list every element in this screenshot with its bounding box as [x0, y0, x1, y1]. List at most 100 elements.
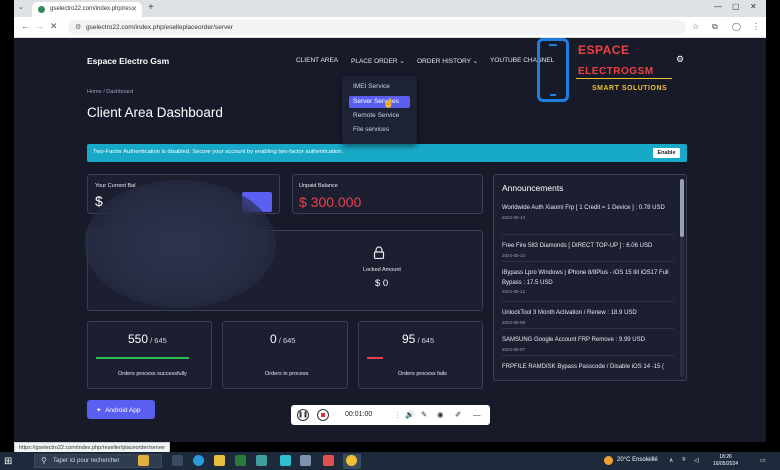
bookmark-star-icon[interactable]: ☆: [692, 22, 699, 31]
mic-muted-icon[interactable]: ✎: [421, 410, 427, 419]
nav-place-order-label: PLACE ORDER: [351, 58, 398, 65]
announcement-date: 2024-05-12: [502, 289, 526, 294]
divider: [502, 301, 674, 302]
weather-text[interactable]: 20°C Ensoleillé: [617, 457, 658, 463]
stat-card-success: 550 / 645 Orders process successfully: [87, 321, 212, 389]
browser-menu-icon[interactable]: ⋮: [752, 22, 760, 31]
recorder-separator: ⋮: [394, 410, 402, 419]
phone-speaker: [549, 44, 557, 46]
phone-button: [550, 94, 556, 96]
nav-order-history[interactable]: ORDER HISTORY ⌄: [417, 57, 478, 65]
announcement-text: Worldwide Auth Xiaomi Frp [ 1 Credit = 1…: [502, 205, 665, 211]
news-widget-icon[interactable]: [138, 455, 149, 466]
unpaid-balance-value: $ 300.000: [299, 194, 362, 210]
stat-fails-count: 95: [402, 332, 416, 346]
breadcrumb[interactable]: Home / Dashboard: [87, 89, 133, 95]
stop-loading-icon[interactable]: ✕: [50, 21, 58, 32]
screen-recorder-bar: ❚❚ 00:01:00 ⋮ 🔊 ✎ ◉ ✐ —: [291, 405, 490, 425]
nav-place-order[interactable]: PLACE ORDER ⌄: [351, 57, 405, 65]
stat-success-count: 550: [128, 332, 149, 346]
app-icon[interactable]: [256, 455, 267, 466]
search-icon: ⚲: [41, 456, 47, 465]
enable-2fa-button[interactable]: Enable: [653, 148, 680, 158]
lock-icon: [373, 246, 385, 259]
speaker-icon[interactable]: 🔊: [405, 410, 414, 419]
clock-date: 16/05/2024: [713, 461, 739, 467]
stat-success-label: Orders process successfully: [118, 371, 187, 377]
weather-icon: [604, 456, 613, 465]
stat-success-bar: [96, 357, 189, 359]
app-icon[interactable]: [300, 455, 311, 466]
menu-item-server-services[interactable]: Server Services: [349, 96, 410, 108]
announcement-item[interactable]: UnlockTool 3 Month Activation / Renew : …: [502, 309, 674, 325]
screen: ⌄ gselectro22.com/index.php/res ✕ + — ▢ …: [0, 0, 780, 470]
menu-item-imei-service[interactable]: IMEI Service: [349, 81, 394, 93]
windows-start-icon[interactable]: ⊞: [4, 456, 12, 467]
chevron-down-icon: ⌄: [472, 58, 479, 65]
clock-time: 18:26: [719, 454, 732, 460]
minimize-icon[interactable]: —: [714, 2, 722, 11]
current-balance-label: Your Current Bal: [95, 183, 136, 189]
app-icon[interactable]: [323, 455, 334, 466]
site-info-icon[interactable]: ⚙: [75, 23, 81, 31]
unpaid-balance-card: Unpaid Balance $ 300.000: [292, 174, 483, 214]
announcement-date: 2024-05-14: [502, 252, 526, 258]
divider: [502, 355, 674, 356]
logo-text-electrogsm: ELECTROGSM: [578, 66, 654, 77]
extensions-icon[interactable]: ⧉: [712, 22, 718, 32]
announcement-item[interactable]: Worldwide Auth Xiaomi Frp [ 1 Credit = 1…: [502, 204, 674, 220]
tab-search-icon[interactable]: ⌄: [18, 3, 24, 11]
close-window-icon[interactable]: ✕: [750, 2, 757, 11]
stat-fails-label: Orders process fails: [398, 371, 447, 377]
browser-tab[interactable]: gselectro22.com/index.php/res ✕: [32, 2, 142, 17]
announcements-scroll-thumb[interactable]: [680, 179, 684, 237]
stop-record-icon[interactable]: [317, 409, 329, 421]
draw-pen-icon[interactable]: ✐: [455, 410, 461, 419]
divider: [502, 261, 674, 262]
two-factor-alert: Two-Factor Authentication is disabled. S…: [87, 144, 687, 162]
announcement-text: iBypass Lpro Windows | iPhone 8/8Plus - …: [502, 270, 669, 286]
announcement-text: UnlockTool 3 Month Activation / Renew : …: [502, 310, 637, 316]
network-icon[interactable]: ⌾: [682, 457, 686, 464]
android-app-button[interactable]: ✦ Android App: [87, 400, 155, 419]
chevron-down-icon: ⌄: [399, 58, 405, 65]
logo-text-smart-solutions: SMART SOLUTIONS: [592, 85, 668, 92]
menu-item-remote-service[interactable]: Remote Service: [349, 110, 403, 122]
menu-item-file-services[interactable]: File services: [349, 124, 393, 136]
unpaid-balance-label: Unpaid Balance: [299, 183, 338, 189]
pause-icon[interactable]: ❚❚: [297, 409, 309, 421]
settings-gear-icon[interactable]: ⚙: [676, 54, 684, 65]
profile-icon[interactable]: ◯: [732, 22, 741, 31]
new-tab-icon[interactable]: +: [148, 2, 154, 13]
notifications-icon[interactable]: ▭: [760, 457, 766, 464]
app-icon[interactable]: [280, 455, 291, 466]
tray-chevron-icon[interactable]: ∧: [669, 457, 673, 464]
announcement-item[interactable]: iBypass Lpro Windows | iPhone 8/8Plus - …: [502, 269, 674, 294]
edge-icon[interactable]: [193, 455, 204, 466]
excel-icon[interactable]: [235, 455, 246, 466]
nav-client-area[interactable]: CLIENT AREA: [296, 57, 338, 64]
announcement-text: SAMSUNG Google Account FRP Remove : 9.99…: [502, 337, 645, 343]
minimize-recorder-icon[interactable]: —: [473, 410, 481, 419]
announcement-item[interactable]: SAMSUNG Google Account FRP Remove : 9.99…: [502, 336, 674, 352]
windows-taskbar: ⊞ ⚲ Taper ici pour rechercher 20°C Ensol…: [0, 452, 780, 470]
forward-icon[interactable]: →: [35, 21, 44, 31]
webcam-icon[interactable]: ◉: [437, 410, 444, 419]
locked-amount-value: $ 0: [375, 278, 389, 289]
announcement-item[interactable]: FRPFILE RAMDISK Bypass Passcode / Disabl…: [502, 363, 674, 373]
chrome-icon[interactable]: [346, 455, 357, 466]
task-view-icon[interactable]: [172, 455, 183, 466]
tab-close-icon[interactable]: ✕: [131, 5, 137, 13]
taskbar-clock[interactable]: 18:26 16/05/2024: [713, 454, 738, 468]
announcement-item[interactable]: Free Fire 583 Diamonds [ DIRECT TOP-UP ]…: [502, 242, 674, 258]
nav-order-history-label: ORDER HISTORY: [417, 58, 471, 65]
address-bar[interactable]: ⚙ gselectro22.com/index.php/eselleplaceo…: [68, 20, 686, 35]
site-brand[interactable]: Espace Electro Gsm: [87, 56, 169, 66]
maximize-icon[interactable]: ▢: [732, 2, 740, 11]
stat-fails-value: 95 / 645: [402, 332, 434, 346]
announcement-date: 2024-05-14: [502, 214, 526, 220]
volume-icon[interactable]: ◁: [694, 457, 699, 464]
file-explorer-icon[interactable]: [214, 455, 225, 466]
address-bar-url: gselectro22.com/index.php/eselleplaceord…: [86, 24, 234, 31]
back-icon[interactable]: ←: [21, 21, 30, 31]
